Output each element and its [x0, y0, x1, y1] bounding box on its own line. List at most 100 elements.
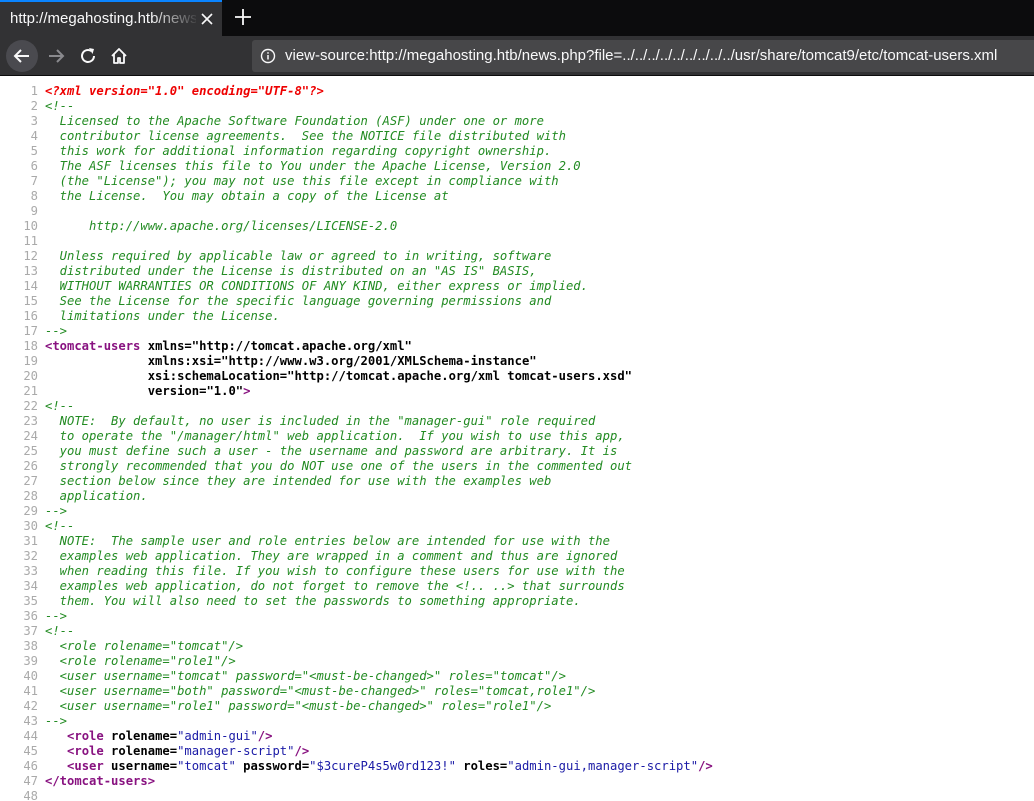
line-number: 27	[23, 474, 38, 488]
line-number: 35	[23, 594, 38, 608]
back-button[interactable]	[6, 40, 38, 72]
code-token: password=	[235, 759, 310, 773]
code-token: <role	[67, 729, 104, 743]
line-code: NOTE: The sample user and role entries b…	[45, 534, 610, 549]
code-token: -->	[45, 504, 68, 518]
view-source-content: 1 <?xml version="1.0" encoding="UTF-8"?> 2…	[0, 77, 1034, 801]
code-token: roles=	[455, 759, 508, 773]
code-token: application.	[45, 489, 148, 503]
line-code: <user username="tomcat" password="<must-…	[45, 669, 566, 684]
code-token: <!--	[45, 99, 75, 113]
line-number: 26	[23, 459, 38, 473]
line-number: 38	[23, 639, 38, 653]
forward-arrow-icon	[49, 49, 65, 63]
code-token: -->	[45, 324, 68, 338]
line-code: <!--	[45, 519, 74, 534]
line-number: 4	[30, 129, 38, 143]
reload-button[interactable]	[72, 40, 104, 72]
code-token: <user username="role1" password="<must-b…	[45, 699, 552, 713]
close-icon[interactable]	[198, 10, 216, 28]
line-code: The ASF licenses this file to You under …	[45, 159, 581, 174]
line-code: xsi:schemaLocation="http://tomcat.apache…	[45, 369, 632, 384]
code-token: </tomcat-users>	[45, 774, 156, 788]
line-number: 21	[23, 384, 38, 398]
line-code: <!--	[45, 99, 74, 114]
line-code: WITHOUT WARRANTIES OR CONDITIONS OF ANY …	[45, 279, 588, 294]
line-code: <user username="role1" password="<must-b…	[45, 699, 552, 714]
line-code: <role rolename="tomcat"/>	[45, 639, 243, 654]
line-code: Licensed to the Apache Software Foundati…	[45, 114, 544, 129]
code-token: them. You will also need to set the pass…	[45, 594, 581, 608]
code-token: contributor license agreements. See the …	[45, 129, 566, 143]
line-number: 19	[23, 354, 38, 368]
line-number: 15	[23, 294, 38, 308]
line-number: 8	[30, 189, 38, 203]
code-token: >	[243, 384, 251, 398]
home-button[interactable]	[103, 40, 135, 72]
code-token: -->	[45, 609, 68, 623]
line-code: <user username="both" password="<must-be…	[45, 684, 596, 699]
line-code: <role rolename="admin-gui"/>	[45, 729, 272, 744]
line-number: 16	[23, 309, 38, 323]
line-number: 5	[30, 144, 38, 158]
line-code: version="1.0">	[45, 384, 251, 399]
forward-button[interactable]	[40, 40, 72, 72]
line-number: 48	[23, 789, 38, 801]
address-text[interactable]: view-source:http://megahosting.htb/news.…	[285, 46, 997, 66]
code-token: "http://tomcat.apache.org/xml tomcat-use…	[287, 369, 633, 383]
line-number: 1	[30, 84, 38, 98]
line-code: them. You will also need to set the pass…	[45, 594, 581, 609]
line-code: <!--	[45, 399, 74, 414]
line-code: the License. You may obtain a copy of th…	[45, 189, 449, 204]
code-token: -->	[45, 714, 68, 728]
code-token: <user username="tomcat" password="<must-…	[45, 669, 566, 683]
line-number: 32	[23, 549, 38, 563]
line-code: See the License for the specific languag…	[45, 294, 552, 309]
code-token: The ASF licenses this file to You under …	[45, 159, 581, 173]
line-number: 30	[23, 519, 38, 533]
line-number: 14	[23, 279, 38, 293]
code-token: <user username="both" password="<must-be…	[45, 684, 596, 698]
code-token: Licensed to the Apache Software Foundati…	[45, 114, 544, 128]
line-code: application.	[45, 489, 148, 504]
code-token: "admin-gui"	[177, 729, 258, 743]
line-code: <role rolename="manager-script"/>	[45, 744, 309, 759]
code-token: />	[698, 759, 713, 773]
code-token: version=	[45, 384, 207, 398]
code-token: />	[294, 744, 310, 758]
line-number: 47	[23, 774, 38, 788]
code-token: See the License for the specific languag…	[45, 294, 552, 308]
tab-active[interactable]: http://megahosting.htb/news.php?file=../…	[0, 0, 222, 36]
line-code: contributor license agreements. See the …	[45, 129, 566, 144]
code-token: WITHOUT WARRANTIES OR CONDITIONS OF ANY …	[45, 279, 588, 293]
line-code: <tomcat-users xmlns="http://tomcat.apach…	[45, 339, 412, 354]
info-icon[interactable]	[260, 48, 276, 64]
code-token: username=	[103, 759, 178, 773]
address-bar[interactable]: view-source:http://megahosting.htb/news.…	[252, 40, 1034, 72]
line-number: 28	[23, 489, 38, 503]
line-number: 10	[23, 219, 38, 233]
line-number: 40	[23, 669, 38, 683]
line-number: 46	[23, 759, 38, 773]
line-number: 11	[23, 234, 38, 248]
line-number: 29	[23, 504, 38, 518]
plus-icon[interactable]	[232, 6, 254, 28]
code-token: <role rolename="role1"/>	[45, 654, 236, 668]
line-number: 39	[23, 654, 38, 668]
code-token: NOTE: The sample user and role entries b…	[45, 534, 610, 548]
code-token: "http://www.w3.org/2001/XMLSchema-instan…	[221, 354, 537, 368]
code-token: limitations under the License.	[45, 309, 280, 323]
line-number: 42	[23, 699, 38, 713]
line-number: 43	[23, 714, 38, 728]
code-token: you must define such a user - the userna…	[45, 444, 618, 458]
line-code: </tomcat-users>	[45, 774, 155, 789]
line-code: examples web application. They are wrapp…	[45, 549, 618, 564]
line-code: <!--	[45, 624, 74, 639]
code-token: examples web application, do not forget …	[45, 579, 625, 593]
line-number: 34	[23, 579, 38, 593]
code-token: rolename=	[103, 729, 178, 743]
line-number: 24	[23, 429, 38, 443]
